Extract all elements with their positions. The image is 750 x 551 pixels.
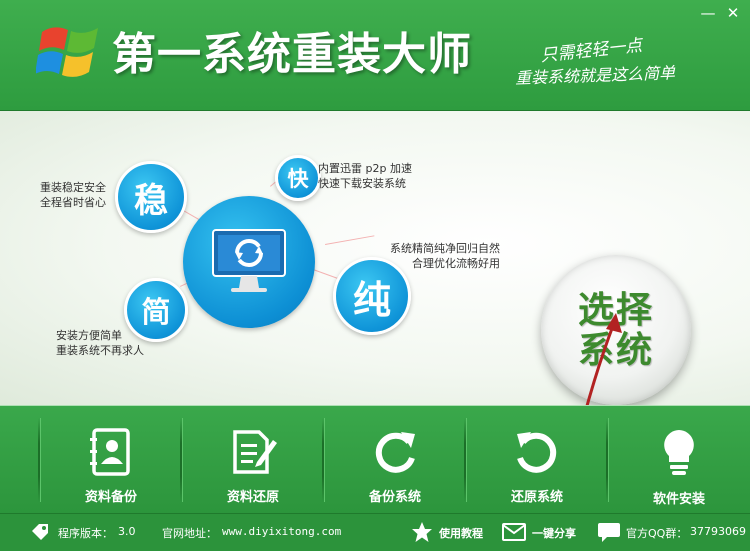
feature-fast-char: 快 [287,167,309,191]
software-install-button[interactable]: 软件安装 [608,406,750,514]
feature-simple-line2: 重装系统不再求人 [56,344,144,357]
feature-fast-line1: 内置迅雷 p2p 加速 [318,162,412,175]
share-link[interactable]: 一键分享 [532,525,576,541]
software-install-label: 软件安装 [652,492,705,507]
bottom-toolbar: 资料备份 资料还原 备份系统 还原系统 软件安装 [0,405,750,514]
feature-pure-char: 纯 [352,277,391,322]
data-backup-button[interactable]: 资料备份 [40,406,182,514]
backup-system-label: 备份系统 [368,490,421,505]
feature-pure-line1: 系统精简纯净回归自然 [390,242,500,255]
version-value: 3.0 [118,525,136,538]
tutorial-link[interactable]: 使用教程 [439,525,483,541]
feature-pure-text: 系统精简纯净回归自然 合理优化流畅好用 [378,241,500,271]
windows-logo-icon [36,27,98,77]
document-edit-icon [233,430,277,474]
feature-simple-text: 安装方便简单 重装系统不再求人 [56,328,144,358]
feature-pure-line2: 合理优化流畅好用 [412,257,500,270]
qq-group-number: 37793069 [690,525,746,538]
app-title: 第一系统重装大师 [112,29,472,80]
feature-stable-line1: 重装稳定安全 [40,181,106,194]
feature-simple-char: 简 [141,295,171,329]
feature-fast-line2: 快速下载安装系统 [318,177,406,190]
data-backup-label: 资料备份 [84,490,137,505]
restore-system-button[interactable]: 还原系统 [466,406,608,514]
feature-stable-line2: 全程省时省心 [40,196,106,209]
feature-simple-line1: 安装方便简单 [56,329,122,342]
feature-fast-text: 内置迅雷 p2p 加速 快速下载安装系统 [318,161,412,191]
chat-bubble-icon [598,523,620,542]
feature-fast-badge: 快 [275,155,321,201]
monitor-circle [183,196,315,328]
contacts-book-icon [90,428,130,476]
close-icon[interactable]: ✕ [722,4,744,22]
monitor-refresh-icon [212,229,286,292]
feature-stable-badge: 稳 [115,161,187,233]
restore-system-label: 还原系统 [510,490,563,505]
refresh-icon [375,432,415,473]
connector-line [325,235,375,245]
version-label: 程序版本： [58,527,113,540]
qq-group-label: 官方QQ群： [626,527,688,540]
tag-icon [32,524,48,540]
title-bar: 第一系统重装大师 只需轻轻一点 重装系统就是这么简单 — ✕ [0,0,750,111]
data-restore-label: 资料还原 [226,490,279,505]
backup-system-button[interactable]: 备份系统 [324,406,466,514]
status-bar: 程序版本： 3.0 官网地址： www.diyixitong.com 使用教程 … [0,513,750,551]
data-restore-button[interactable]: 资料还原 [182,406,324,514]
star-icon [412,522,432,542]
lightbulb-icon [664,430,694,475]
website-link[interactable]: www.diyixitong.com [222,525,341,538]
mail-icon [502,523,526,541]
restore-icon [517,432,557,473]
feature-stable-char: 稳 [134,180,168,221]
main-panel: 稳 重装稳定安全 全程省时省心 快 内置迅雷 p2p 加速 快速下载安装系统 纯… [0,111,750,458]
feature-stable-text: 重装稳定安全 全程省时省心 [40,180,106,210]
website-label: 官网地址： [162,527,217,540]
minimize-icon[interactable]: — [697,4,719,22]
slogan-line2: 重装系统就是这么简单 [514,63,676,88]
